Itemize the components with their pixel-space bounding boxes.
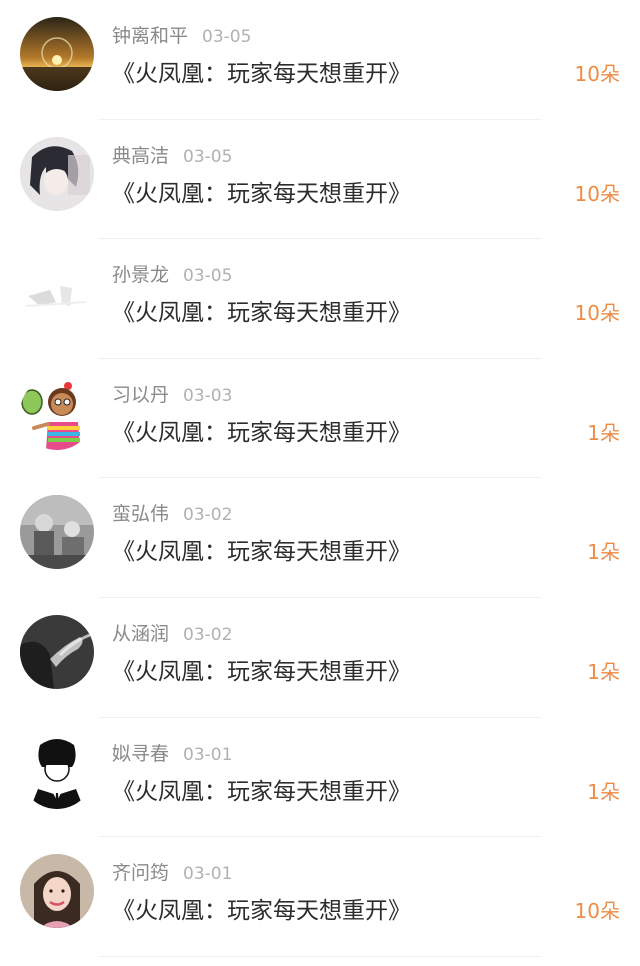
gift-count: 10朵 — [574, 181, 620, 206]
user-name[interactable]: 孙景龙 — [112, 264, 169, 286]
list-item[interactable]: 齐问筠 03-01 《火凤凰：玩家每天想重开》 10朵 — [0, 837, 640, 957]
list-item[interactable]: 姒寻春 03-01 《火凤凰：玩家每天想重开》 1朵 — [0, 718, 640, 838]
book-title[interactable]: 《火凤凰：玩家每天想重开》 — [112, 58, 411, 90]
manga-boy-avatar[interactable] — [20, 734, 94, 809]
woman-portrait-avatar[interactable] — [20, 854, 94, 929]
item-meta: 姒寻春 03-01 — [112, 742, 232, 767]
bw-smoke-photo-avatar[interactable] — [20, 614, 94, 689]
gift-count: 1朵 — [587, 779, 620, 804]
item-meta: 齐问筠 03-01 — [112, 861, 232, 886]
gift-count: 10朵 — [574, 899, 620, 924]
gift-count: 10朵 — [574, 62, 620, 86]
user-name[interactable]: 蛮弘伟 — [112, 503, 169, 525]
user-name[interactable]: 姒寻春 — [112, 743, 169, 765]
item-meta: 典高洁 03-05 — [112, 144, 232, 169]
gift-count: 10朵 — [574, 301, 620, 326]
item-meta: 蛮弘伟 03-02 — [112, 502, 232, 527]
item-meta: 习以丹 03-03 — [112, 383, 232, 408]
user-name[interactable]: 齐问筠 — [112, 862, 169, 884]
list-item[interactable]: 典高洁 03-05 《火凤凰：玩家每天想重开》 10朵 — [0, 120, 640, 240]
list-item[interactable]: 从涵润 03-02 《火凤凰：玩家每天想重开》 1朵 — [0, 598, 640, 718]
user-name[interactable]: 习以丹 — [112, 384, 169, 406]
book-title[interactable]: 《火凤凰：玩家每天想重开》 — [112, 297, 411, 329]
book-title[interactable]: 《火凤凰：玩家每天想重开》 — [112, 895, 411, 927]
list-item[interactable]: 蛮弘伟 03-02 《火凤凰：玩家每天想重开》 1朵 — [0, 478, 640, 598]
gift-count: 1朵 — [587, 540, 620, 565]
book-title[interactable]: 《火凤凰：玩家每天想重开》 — [112, 417, 411, 449]
book-title[interactable]: 《火凤凰：玩家每天想重开》 — [112, 536, 411, 568]
book-title[interactable]: 《火凤凰：玩家每天想重开》 — [112, 656, 411, 688]
item-meta: 孙景龙 03-05 — [112, 263, 232, 288]
user-name[interactable]: 典高洁 — [112, 145, 169, 167]
list-item[interactable]: 孙景龙 03-05 《火凤凰：玩家每天想重开》 10朵 — [0, 239, 640, 359]
gift-count: 1朵 — [587, 420, 620, 445]
bw-kids-photo-avatar[interactable] — [20, 495, 94, 570]
list-item[interactable]: 习以丹 03-03 《火凤凰：玩家每天想重开》 1朵 — [0, 359, 640, 479]
divider — [98, 955, 542, 957]
gift-record-list: 钟离和平 03-05 《火凤凰：玩家每天想重开》 10朵 典高洁 03-05 《火凤… — [0, 0, 640, 957]
user-name[interactable]: 钟离和平 — [112, 25, 188, 47]
item-date: 03-03 — [183, 385, 233, 406]
anime-girl-avatar[interactable] — [20, 136, 94, 211]
item-meta: 钟离和平 03-05 — [112, 24, 251, 49]
pale-sketch-avatar[interactable] — [20, 256, 94, 331]
list-item[interactable]: 钟离和平 03-05 《火凤凰：玩家每天想重开》 10朵 — [0, 0, 640, 120]
gift-count: 1朵 — [587, 659, 620, 684]
item-date: 03-01 — [183, 864, 233, 885]
item-date: 03-05 — [202, 27, 252, 47]
item-meta: 从涵润 03-02 — [112, 622, 232, 647]
item-date: 03-05 — [183, 266, 233, 287]
item-date: 03-01 — [183, 744, 233, 765]
item-date: 03-02 — [183, 505, 233, 526]
cartoon-girl-avatar[interactable] — [20, 375, 94, 450]
book-title[interactable]: 《火凤凰：玩家每天想重开》 — [112, 776, 411, 808]
book-title[interactable]: 《火凤凰：玩家每天想重开》 — [112, 178, 411, 210]
user-name[interactable]: 从涵润 — [112, 623, 169, 645]
sunset-lightbulb-avatar[interactable] — [20, 17, 94, 91]
item-date: 03-02 — [183, 624, 233, 645]
item-date: 03-05 — [183, 146, 233, 167]
